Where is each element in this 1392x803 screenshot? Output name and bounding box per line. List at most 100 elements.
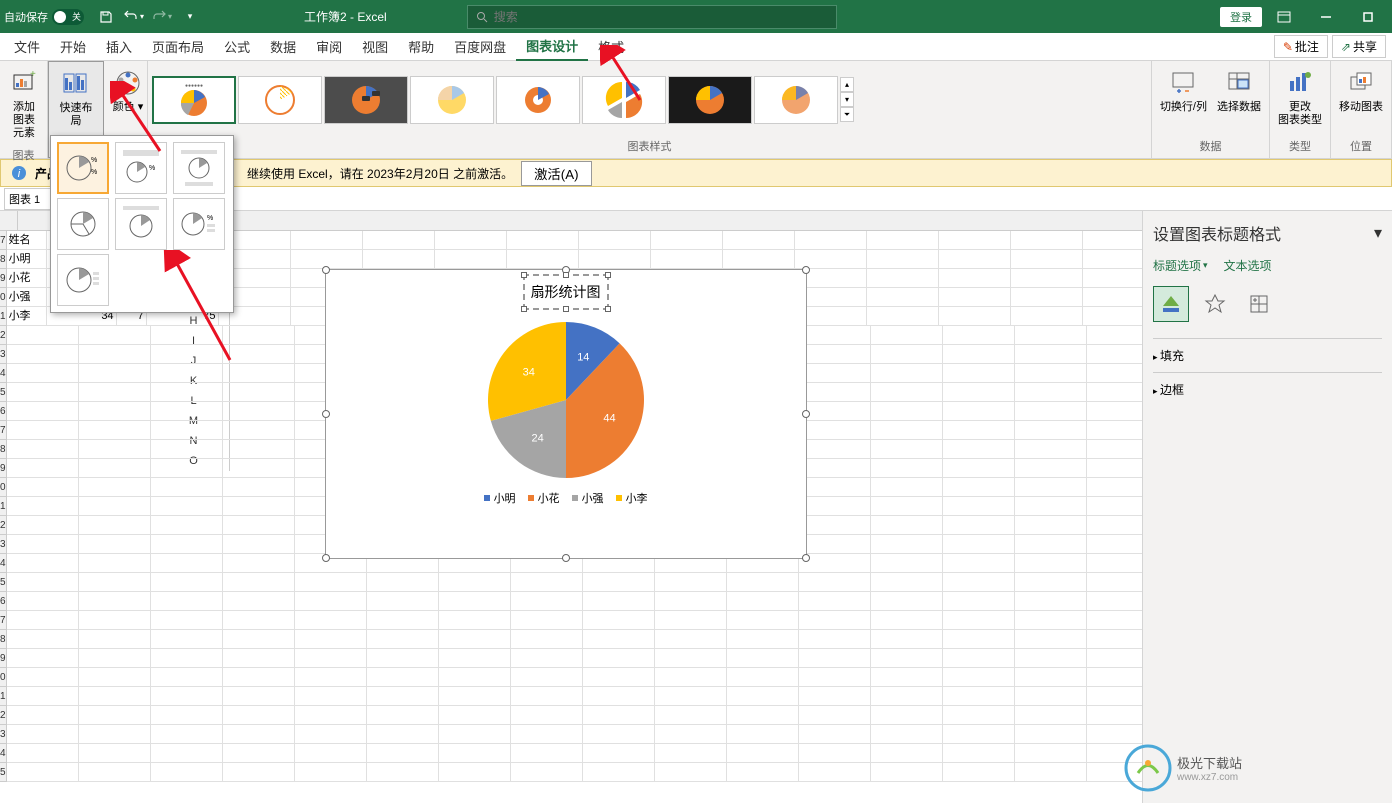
cell[interactable] [367,611,439,630]
cell[interactable] [939,288,1011,307]
cell[interactable] [799,345,871,364]
cell[interactable] [223,535,295,554]
colors-button[interactable]: 颜色 ▾ [108,63,148,118]
cell[interactable] [511,725,583,744]
row-header[interactable]: 5 [0,763,6,782]
row-header[interactable]: 0 [0,288,6,307]
cell[interactable] [799,459,871,478]
row-header[interactable]: 6 [0,402,6,421]
tab-format[interactable]: 格式 [588,33,634,60]
cell[interactable] [439,706,511,725]
cell[interactable] [943,535,1015,554]
cell[interactable] [799,440,871,459]
cell[interactable] [79,402,151,421]
tab-data[interactable]: 数据 [260,33,306,60]
cell[interactable] [583,763,655,782]
cells-area[interactable]: 姓名小明67小花22小强2_66小李34775 扇形统计图 [7,231,1142,782]
cell[interactable] [151,440,223,459]
cell[interactable] [223,630,295,649]
cell[interactable] [1011,288,1083,307]
cell[interactable] [1015,421,1087,440]
tab-home[interactable]: 开始 [50,33,96,60]
cell[interactable] [799,421,871,440]
cell[interactable] [799,763,871,782]
tab-formula[interactable]: 公式 [214,33,260,60]
cell[interactable] [1087,326,1142,345]
gallery-up-icon[interactable]: ▴ [840,77,854,92]
cell[interactable] [871,611,943,630]
cell[interactable] [295,744,367,763]
cell[interactable] [871,725,943,744]
search-input[interactable] [494,10,828,24]
cell[interactable] [363,231,435,250]
cell[interactable] [7,611,79,630]
cell[interactable] [583,649,655,668]
cell[interactable] [223,573,295,592]
gallery-down-icon[interactable]: ▾ [840,92,854,107]
cell[interactable]: 小明 [7,250,47,269]
cell[interactable] [435,250,507,269]
cell[interactable] [295,611,367,630]
cell[interactable] [943,592,1015,611]
cell[interactable] [727,611,799,630]
cell[interactable] [871,440,943,459]
cell[interactable] [943,611,1015,630]
cell[interactable] [151,554,223,573]
chart-style-7[interactable] [668,76,752,124]
cell[interactable] [151,649,223,668]
cell[interactable] [1083,231,1142,250]
tab-file[interactable]: 文件 [4,33,50,60]
cell[interactable] [7,345,79,364]
cell[interactable] [1083,307,1142,326]
cell[interactable] [151,402,223,421]
cell[interactable] [223,440,295,459]
row-header[interactable]: 8 [0,440,6,459]
cell[interactable] [7,706,79,725]
cell[interactable] [1087,364,1142,383]
cell[interactable] [1087,573,1142,592]
change-chart-type-button[interactable]: 更改 图表类型 [1274,63,1326,131]
cell[interactable] [799,687,871,706]
cell[interactable] [723,250,795,269]
cell[interactable] [651,250,723,269]
toggle-switch[interactable]: 关 [52,9,84,25]
cell[interactable] [871,763,943,782]
fill-section[interactable]: 填充 [1153,338,1382,372]
resize-handle-tl[interactable] [322,266,330,274]
cell[interactable] [871,326,943,345]
row-header[interactable]: 9 [0,459,6,478]
cell[interactable] [7,402,79,421]
chart-style-5[interactable] [496,76,580,124]
layout-option-3[interactable] [173,142,225,194]
tab-layout[interactable]: 页面布局 [142,33,214,60]
cell[interactable]: 小花 [7,269,47,288]
row-header[interactable]: 7 [0,231,6,250]
cell[interactable] [727,706,799,725]
cell[interactable] [867,269,939,288]
cell[interactable] [727,592,799,611]
cell[interactable] [943,516,1015,535]
cell[interactable] [151,706,223,725]
cell[interactable] [799,497,871,516]
text-options-tab[interactable]: 文本选项 [1224,257,1272,274]
cell[interactable] [79,383,151,402]
select-data-button[interactable]: 选择数据 [1213,63,1265,118]
cell[interactable] [943,497,1015,516]
cell[interactable] [943,763,1015,782]
title-options-tab[interactable]: 标题选项 ▾ [1153,257,1208,274]
cell[interactable] [1015,649,1087,668]
cell[interactable] [151,326,223,345]
cell[interactable] [7,459,79,478]
row-header[interactable]: 7 [0,611,6,630]
cell[interactable] [871,497,943,516]
cell[interactable] [795,231,867,250]
cell[interactable] [511,763,583,782]
cell[interactable] [871,364,943,383]
cell[interactable] [943,573,1015,592]
layout-option-4[interactable] [57,198,109,250]
row-header[interactable]: 4 [0,554,6,573]
cell[interactable] [579,250,651,269]
cell[interactable] [295,649,367,668]
row-header[interactable]: 3 [0,535,6,554]
cell[interactable] [511,706,583,725]
